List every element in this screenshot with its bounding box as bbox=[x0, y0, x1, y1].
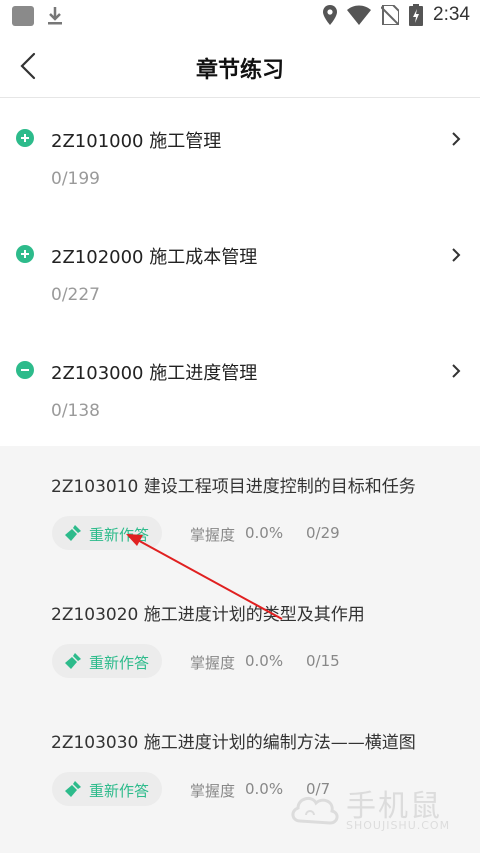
progress-count: 0/29 bbox=[306, 524, 340, 542]
redo-label: 重新作答 bbox=[89, 654, 150, 672]
mastery-label: 掌握度 bbox=[190, 782, 236, 800]
mastery-value: 0.0% bbox=[245, 780, 284, 798]
section-title: 2Z103010 建设工程项目进度控制的目标和任务 bbox=[51, 477, 416, 497]
mastery-label: 掌握度 bbox=[190, 654, 236, 672]
expand-plus-icon[interactable] bbox=[16, 129, 34, 147]
collapse-minus-icon[interactable] bbox=[16, 361, 34, 379]
chapter-count: 0/138 bbox=[51, 401, 100, 421]
redo-label: 重新作答 bbox=[89, 782, 150, 800]
battery-icon bbox=[409, 4, 424, 26]
section-title: 2Z103030 施工进度计划的编制方法——横道图 bbox=[51, 733, 416, 753]
chapter-item[interactable]: 2Z101000 施工管理 0/199 bbox=[0, 99, 480, 215]
chapter-count: 0/199 bbox=[51, 169, 100, 189]
chevron-right-icon[interactable] bbox=[450, 363, 462, 379]
chapter-item[interactable]: 2Z102000 施工成本管理 0/227 bbox=[0, 215, 480, 331]
chapter-count: 0/227 bbox=[51, 285, 100, 305]
section-title: 2Z103020 施工进度计划的类型及其作用 bbox=[51, 605, 365, 625]
nav-header: 章节练习 bbox=[0, 34, 480, 98]
redo-button[interactable]: 重新作答 bbox=[52, 516, 162, 550]
redo-button[interactable]: 重新作答 bbox=[52, 772, 162, 806]
chapter-title: 2Z102000 施工成本管理 bbox=[51, 247, 258, 268]
location-icon bbox=[323, 5, 338, 25]
section-item[interactable]: 2Z103020 施工进度计划的类型及其作用 重新作答 掌握度 0.0% 0/1… bbox=[0, 574, 480, 702]
broom-icon bbox=[65, 525, 81, 541]
redo-label: 重新作答 bbox=[89, 526, 150, 544]
watermark-subtext: SHOUJISHU.COM bbox=[346, 819, 451, 832]
section-item[interactable]: 2Z103010 建设工程项目进度控制的目标和任务 重新作答 掌握度 0.0% … bbox=[0, 446, 480, 574]
mastery-value: 0.0% bbox=[245, 652, 284, 670]
chapter-title: 2Z101000 施工管理 bbox=[51, 131, 222, 152]
download-icon bbox=[48, 7, 62, 25]
broom-icon bbox=[65, 653, 81, 669]
broom-icon bbox=[65, 781, 81, 797]
chevron-right-icon[interactable] bbox=[450, 131, 462, 147]
status-bar: 2:34 bbox=[0, 0, 480, 34]
mastery-label: 掌握度 bbox=[190, 526, 236, 544]
chapter-item[interactable]: 2Z103000 施工进度管理 0/138 bbox=[0, 331, 480, 447]
progress-count: 0/15 bbox=[306, 652, 340, 670]
redo-button[interactable]: 重新作答 bbox=[52, 644, 162, 678]
expand-plus-icon[interactable] bbox=[16, 245, 34, 263]
notification-app-icon bbox=[12, 6, 34, 26]
no-sim-icon bbox=[381, 5, 400, 25]
chapter-title: 2Z103000 施工进度管理 bbox=[51, 363, 258, 384]
cloud-logo-icon bbox=[291, 796, 339, 825]
wifi-icon bbox=[347, 5, 372, 25]
watermark-logo: 手机鼠 SHOUJISHU.COM bbox=[288, 779, 458, 837]
mastery-value: 0.0% bbox=[245, 524, 284, 542]
status-time: 2:34 bbox=[433, 4, 470, 25]
page-title: 章节练习 bbox=[195, 58, 284, 83]
chevron-right-icon[interactable] bbox=[450, 247, 462, 263]
